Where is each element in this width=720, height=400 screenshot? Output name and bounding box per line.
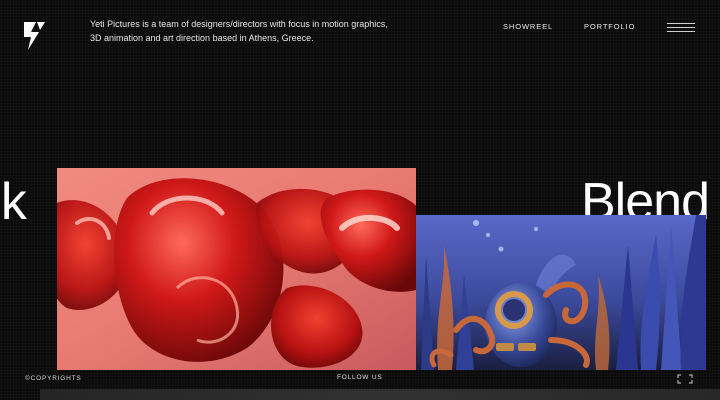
next-card-preview-strip: [40, 389, 720, 400]
fullscreen-icon[interactable]: [677, 374, 693, 384]
underwater-diver-image: [416, 215, 706, 370]
menu-line: [667, 31, 695, 32]
nav-showreel-link[interactable]: SHOWREEL: [503, 22, 553, 31]
nav-portfolio-link[interactable]: PORTFOLIO: [584, 22, 635, 31]
hamburger-menu-icon[interactable]: [667, 21, 695, 33]
menu-line: [667, 27, 695, 28]
footer-copyright: ©COPYRIGHTS: [25, 375, 82, 382]
red-glossy-shapes-image: [57, 168, 416, 370]
studio-intro-text: Yeti Pictures is a team of designers/dir…: [90, 19, 388, 43]
marquee-text-left: rik: [0, 173, 27, 231]
lightning-bolt-logo-icon[interactable]: [22, 20, 48, 52]
footer-follow-us-link[interactable]: FOLLOW US: [337, 374, 382, 381]
menu-line: [667, 23, 695, 24]
project-card-red-shapes[interactable]: [57, 168, 416, 370]
project-card-underwater[interactable]: [416, 215, 706, 370]
